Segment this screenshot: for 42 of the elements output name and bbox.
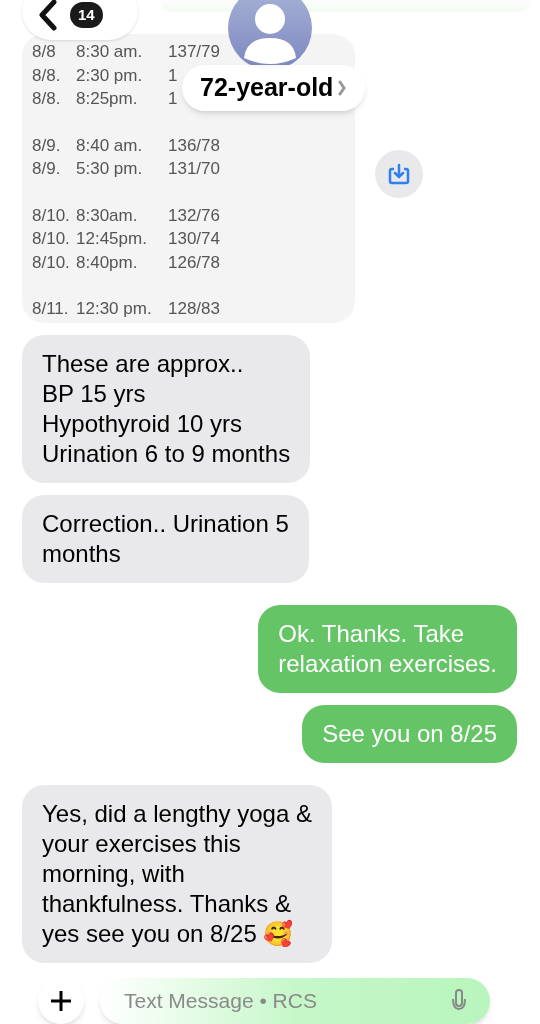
reading-value: 126/78 bbox=[168, 251, 220, 274]
reading-time: 8:25pm. bbox=[76, 88, 139, 110]
reading-value: 130/74 bbox=[168, 228, 220, 250]
reading-time: 8:30 am. bbox=[76, 41, 144, 63]
microphone-icon bbox=[452, 989, 466, 1013]
reading-value: 131/70 bbox=[168, 158, 220, 180]
unread-count: 14 bbox=[70, 1, 103, 29]
back-icon bbox=[38, 0, 58, 31]
message-text: See you on 8/25 bbox=[322, 718, 497, 749]
reading-time: 5:30 pm. bbox=[76, 158, 144, 180]
reading-date: 8/9. bbox=[32, 158, 62, 180]
save-button[interactable] bbox=[375, 150, 423, 198]
reading-date: 8/8. bbox=[32, 64, 62, 87]
reading-time: 2:30 pm. bbox=[76, 64, 144, 87]
message-text: Ok. Thanks. Take relaxation exercises. bbox=[278, 618, 497, 679]
message-text: Correction.. Urination 5 months bbox=[42, 508, 289, 569]
reading-value: 128/83 bbox=[168, 298, 220, 320]
reading-value: 137/79 bbox=[168, 41, 220, 63]
back-button[interactable]: 14 bbox=[22, 0, 138, 40]
reading-date: 8/9. bbox=[32, 134, 62, 157]
chevron-icon bbox=[337, 79, 348, 97]
download-icon bbox=[388, 163, 410, 185]
reading-time: 12:45pm. bbox=[76, 228, 148, 250]
reading-date: 8/8. bbox=[32, 88, 62, 110]
reading-value: 1 bbox=[168, 88, 178, 110]
reading-date: 8/10. bbox=[32, 251, 71, 274]
reading-value: 132/76 bbox=[168, 204, 220, 227]
reading-value: 136/78 bbox=[168, 134, 220, 157]
reading-date: 8/10. bbox=[32, 228, 71, 250]
reading-date: 8/11. bbox=[32, 298, 70, 320]
reading-date: 8/8 bbox=[32, 41, 57, 63]
plus-icon bbox=[50, 990, 72, 1012]
reading-value: 1 bbox=[168, 64, 178, 87]
message-text: Yes, did a lengthy yoga & your exercises this morning, with thankfulness. Thanks & yes see you on 8/25 🥰 bbox=[42, 798, 312, 949]
reading-time: 12:30 pm. bbox=[76, 298, 153, 320]
reading-time: 8:40 am. bbox=[76, 134, 144, 157]
reading-time: 8:30am. bbox=[76, 204, 139, 227]
message-text: These are approx.. BP 15 yrs Hypothyroid 10 yrs Urination 6 to 9 months bbox=[42, 348, 291, 469]
reading-time: 8:40pm. bbox=[76, 251, 139, 274]
message-field[interactable]: Text Message • RCS bbox=[100, 978, 490, 1024]
reading-date: 8/10. bbox=[32, 204, 71, 227]
add-button[interactable] bbox=[38, 978, 84, 1024]
